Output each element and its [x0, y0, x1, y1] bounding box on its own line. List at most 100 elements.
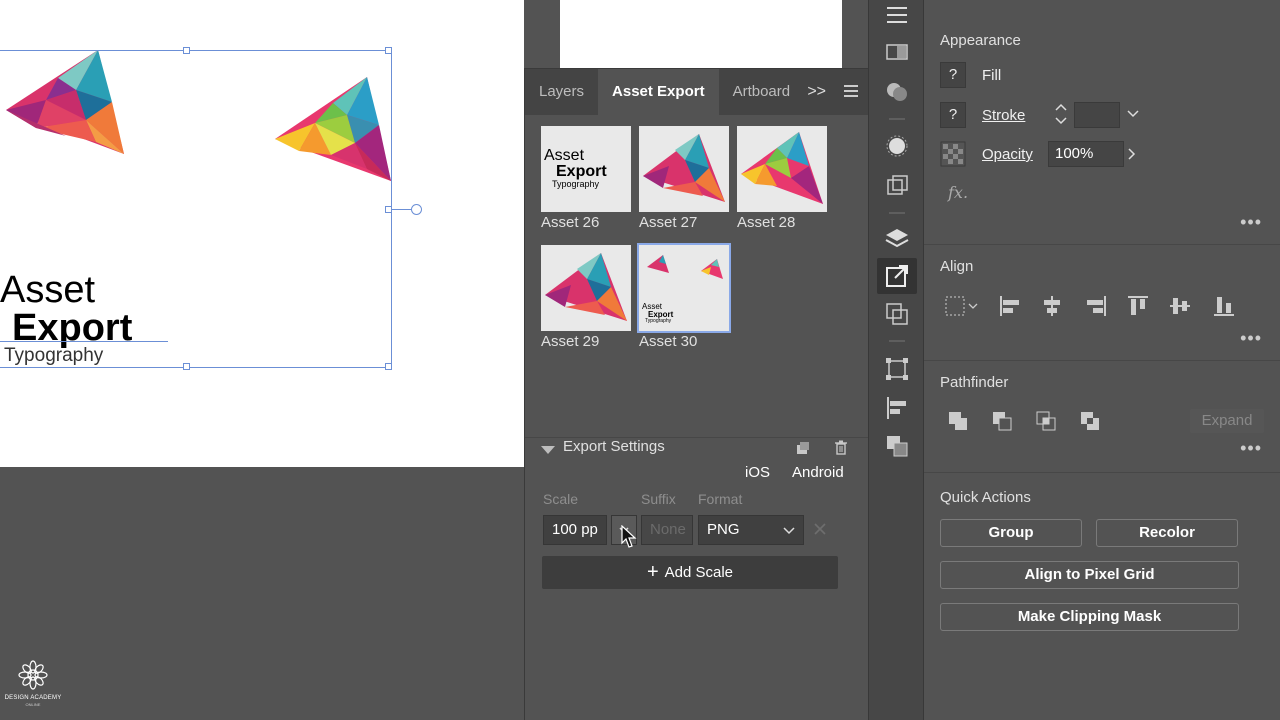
rotation-handle[interactable] — [411, 204, 422, 215]
opacity-checker-icon[interactable] — [940, 141, 966, 167]
scale-input[interactable]: 100 pp — [543, 515, 607, 545]
pathfinder-exclude-icon[interactable] — [1078, 409, 1102, 433]
format-value: PNG — [707, 521, 740, 538]
asset-thumbnail[interactable]: Asset Export Typography — [637, 243, 731, 333]
asset-label[interactable]: Asset 28 — [737, 214, 827, 231]
thumb-text-line3: Typography — [645, 318, 672, 324]
stroke-stepper-icon[interactable] — [1054, 102, 1068, 126]
tab-layers[interactable]: Layers — [525, 69, 598, 115]
asset-thumbnail[interactable]: Asset Export Typography — [541, 126, 631, 212]
asset-item[interactable]: Asset 27 — [639, 126, 729, 231]
stroke-weight-input[interactable] — [1074, 102, 1120, 128]
export-settings-header[interactable]: Export Settings — [525, 437, 869, 461]
opacity-label[interactable]: Opacity — [982, 146, 1033, 163]
platform-ios[interactable]: iOS — [745, 464, 770, 481]
align-to-pixel-grid-button[interactable]: Align to Pixel Grid — [940, 561, 1239, 589]
asset-item[interactable]: Asset 29 — [541, 245, 631, 350]
stroke-label[interactable]: Stroke — [982, 107, 1025, 124]
asset-export-toolbar-active[interactable] — [877, 258, 917, 294]
tab-artboards[interactable]: Artboard — [719, 69, 809, 115]
asset-label[interactable]: Asset 27 — [639, 214, 729, 231]
selection-bounding-box[interactable] — [0, 47, 392, 370]
appearance-title: Appearance — [940, 32, 1021, 49]
resize-handle-top-right[interactable] — [385, 47, 392, 54]
add-scale-label: Add Scale — [664, 564, 734, 581]
chevron-right-icon[interactable] — [1126, 147, 1138, 161]
pathfinder-title: Pathfinder — [940, 374, 1009, 391]
group-button[interactable]: Group — [940, 519, 1082, 547]
mouse-cursor-icon — [621, 525, 637, 548]
image-trace-icon[interactable] — [883, 172, 911, 200]
pathfinder-intersect-icon[interactable] — [1034, 409, 1058, 433]
recolor-button[interactable]: Recolor — [1096, 519, 1238, 547]
tab-asset-export[interactable]: Asset Export — [598, 69, 719, 115]
appearance-icon[interactable] — [883, 132, 911, 160]
align-horizontal-center-icon[interactable] — [1040, 294, 1064, 318]
fx-icon[interactable]: fx. — [948, 183, 968, 202]
panel-icon-toolbar — [868, 0, 924, 720]
suffix-input[interactable]: None — [641, 515, 693, 545]
expand-button[interactable]: Expand — [1190, 409, 1264, 433]
toolbar-separator — [889, 212, 905, 214]
artboard-secondary[interactable] — [560, 0, 842, 68]
align-to-selection-icon[interactable] — [944, 294, 980, 318]
collapse-caret-icon[interactable] — [541, 446, 555, 454]
artboard-main[interactable]: Asset Export Typography — [0, 0, 524, 467]
align-bottom-icon[interactable] — [1212, 294, 1236, 318]
thumb-triangle-pink — [545, 253, 627, 321]
export-icon[interactable] — [795, 440, 811, 456]
asset-thumbnail[interactable] — [639, 126, 729, 212]
asset-item[interactable]: Asset Export Typography Asset 26 — [541, 126, 631, 231]
align-more-icon[interactable]: ••• — [1240, 328, 1262, 349]
transparency-icon[interactable] — [883, 78, 911, 106]
align-title: Align — [940, 258, 974, 275]
platform-android[interactable]: Android — [792, 464, 844, 481]
transform-icon[interactable] — [883, 355, 911, 383]
pathfinder-unite-icon[interactable] — [946, 409, 970, 433]
add-scale-button[interactable]: + Add Scale — [542, 556, 838, 589]
tab-overflow-icon[interactable]: >> — [807, 69, 826, 115]
align-right-icon[interactable] — [1084, 294, 1108, 318]
align-vertical-center-icon[interactable] — [1168, 294, 1192, 318]
asset-export-icon — [886, 265, 908, 287]
properties-menu-icon[interactable] — [883, 2, 911, 30]
trash-icon[interactable] — [833, 439, 849, 455]
align-left-icon[interactable] — [998, 294, 1022, 318]
asset-thumbnail[interactable] — [541, 245, 631, 331]
asset-item[interactable]: Asset 28 — [737, 126, 827, 231]
rotation-handle-line — [392, 209, 412, 210]
resize-handle-right[interactable] — [385, 206, 392, 213]
asset-export-panel[interactable]: Layers Asset Export Artboard >> Asset Ex… — [524, 68, 869, 720]
resize-handle-bottom-right[interactable] — [385, 363, 392, 370]
panel-tab-bar: Layers Asset Export Artboard >> — [525, 69, 868, 115]
panel-menu-icon[interactable] — [844, 85, 858, 97]
pathfinder-more-icon[interactable]: ••• — [1240, 438, 1262, 459]
format-select[interactable]: PNG — [698, 515, 804, 545]
fill-swatch[interactable]: ? — [940, 62, 966, 88]
pathfinder-icon[interactable] — [883, 432, 911, 460]
fill-label: Fill — [982, 67, 1002, 84]
logo-text: DESIGN ACADEMY — [4, 695, 62, 701]
asset-label[interactable]: Asset 26 — [541, 214, 631, 231]
layers-icon[interactable] — [883, 224, 911, 252]
align-top-icon[interactable] — [1126, 294, 1150, 318]
asset-item-selected[interactable]: Asset Export Typography Asset 30 — [637, 243, 731, 350]
remove-scale-icon[interactable] — [813, 522, 827, 536]
appearance-more-icon[interactable]: ••• — [1240, 212, 1262, 233]
asset-label[interactable]: Asset 29 — [541, 333, 631, 350]
resize-handle-bottom[interactable] — [183, 363, 190, 370]
gradient-icon[interactable] — [883, 38, 911, 66]
logo-mark-icon — [18, 660, 48, 690]
stroke-swatch[interactable]: ? — [940, 102, 966, 128]
asset-thumbnail[interactable] — [737, 126, 827, 212]
make-clipping-mask-button[interactable]: Make Clipping Mask — [940, 603, 1239, 631]
resize-handle-top[interactable] — [183, 47, 190, 54]
properties-panel: Appearance ? Fill ? Stroke Opacity 100% … — [924, 0, 1280, 720]
chevron-down-icon[interactable] — [1126, 108, 1140, 120]
align-icon[interactable] — [883, 394, 911, 422]
opacity-input[interactable]: 100% — [1048, 141, 1124, 167]
artboards-icon[interactable] — [883, 300, 911, 328]
asset-label[interactable]: Asset 30 — [639, 333, 729, 350]
toolbar-separator — [889, 340, 905, 342]
pathfinder-minus-front-icon[interactable] — [990, 409, 1014, 433]
